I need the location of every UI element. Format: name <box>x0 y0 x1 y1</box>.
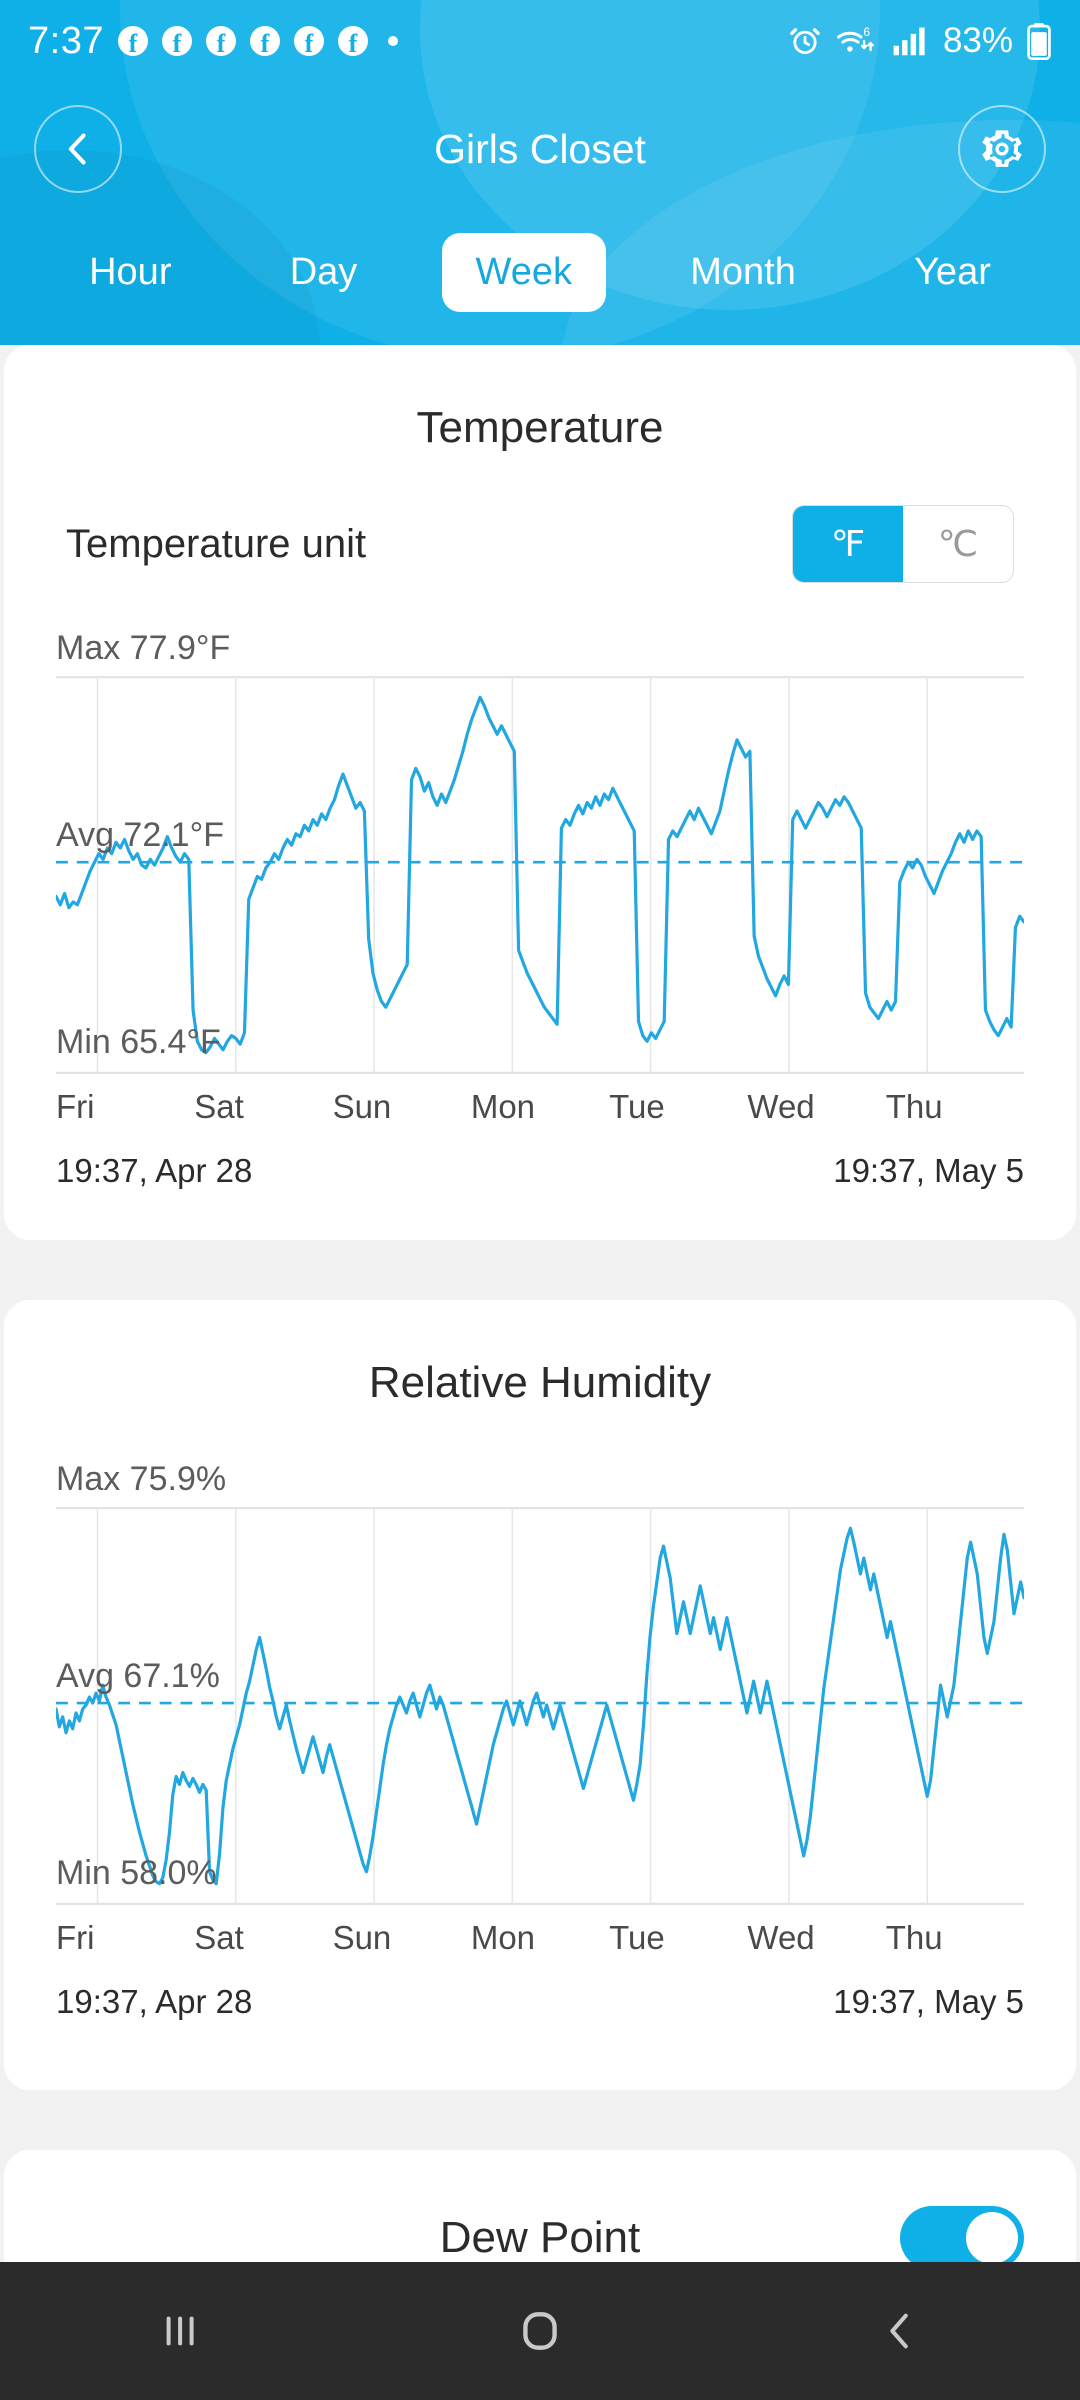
status-bar: 7:37 6 <box>0 0 1080 82</box>
status-bar-left: 7:37 <box>28 20 398 63</box>
facebook-icon <box>337 26 368 56</box>
humidity-max-label: Max 75.9% <box>56 1460 227 1498</box>
temperature-range-start: 19:37, Apr 28 <box>56 1152 253 1189</box>
temperature-axis-days: Fri Sat Sun Mon Tue Wed Thu <box>56 1088 1024 1126</box>
axis-label-sat: Sat <box>194 1919 244 1956</box>
dew-point-toggle[interactable] <box>900 2206 1024 2270</box>
facebook-icon <box>117 26 148 56</box>
page-title: Girls Closet <box>434 125 646 172</box>
axis-label-fri: Fri <box>56 1919 95 1956</box>
temperature-max-label: Max 77.9°F <box>56 629 231 667</box>
axis-label-wed: Wed <box>747 1088 815 1125</box>
axis-label-thu: Thu <box>885 1088 943 1125</box>
tab-day[interactable]: Day <box>256 233 392 312</box>
home-icon <box>523 2312 557 2350</box>
axis-label-mon: Mon <box>470 1919 536 1956</box>
android-nav-bar <box>0 2262 1080 2400</box>
back-button-nav[interactable] <box>800 2262 1000 2400</box>
temperature-unit-toggle[interactable]: ℉ ℃ <box>792 505 1014 583</box>
tab-hour[interactable]: Hour <box>55 233 205 312</box>
temperature-range-row: 19:37, Apr 28 19:37, May 5 <box>56 1152 1024 1190</box>
temperature-card: Temperature Temperature unit ℉ ℃ Max 77.… <box>4 345 1076 1240</box>
settings-button[interactable] <box>958 105 1046 193</box>
tab-year[interactable]: Year <box>880 233 1025 312</box>
humidity-range-end: 19:37, May 5 <box>833 1983 1024 2020</box>
axis-label-thu: Thu <box>885 1919 943 1956</box>
period-tabs: Hour Day Week Month Year <box>0 215 1080 330</box>
recents-icon <box>166 2316 194 2346</box>
axis-label-fri: Fri <box>56 1088 95 1125</box>
humidity-range-start: 19:37, Apr 28 <box>56 1983 253 2020</box>
humidity-chart[interactable]: Avg 67.1% Min 58.0% <box>56 1507 1024 1905</box>
temperature-chart[interactable]: Avg 72.1°F Min 65.4°F <box>56 676 1024 1074</box>
humidity-range-row: 19:37, Apr 28 19:37, May 5 <box>56 1983 1024 2021</box>
alarm-icon <box>790 28 820 55</box>
humidity-title: Relative Humidity <box>368 1358 712 1407</box>
svg-text:6: 6 <box>863 25 870 39</box>
temperature-range-end: 19:37, May 5 <box>833 1152 1024 1189</box>
back-button[interactable] <box>34 105 122 193</box>
chevron-left-icon <box>68 133 86 165</box>
axis-label-wed: Wed <box>747 1919 815 1956</box>
status-bar-clock: 7:37 <box>28 19 104 62</box>
facebook-icon <box>161 26 192 56</box>
facebook-icon <box>249 26 280 56</box>
app-header: 7:37 6 <box>0 0 1080 345</box>
battery-icon <box>1027 22 1051 60</box>
temperature-title: Temperature <box>416 403 664 452</box>
tab-month[interactable]: Month <box>656 233 830 312</box>
axis-label-tue: Tue <box>609 1088 665 1125</box>
dew-point-row: Dew Point <box>4 2150 1076 2270</box>
battery-percent-label: 83% <box>942 21 1013 60</box>
gear-icon <box>982 130 1022 167</box>
recents-button[interactable] <box>80 2262 280 2400</box>
dot-icon <box>387 36 398 46</box>
unit-celsius-option[interactable]: ℃ <box>903 506 1013 582</box>
axis-label-tue: Tue <box>609 1919 665 1956</box>
facebook-icon <box>205 26 236 56</box>
axis-label-sun: Sun <box>332 1919 392 1956</box>
unit-fahrenheit-option[interactable]: ℉ <box>793 506 903 582</box>
humidity-card: Relative Humidity Max 75.9% Avg 67.1% Mi… <box>4 1300 1076 2090</box>
title-bar: Girls Closet <box>0 88 1080 210</box>
app-screen: 7:37 6 <box>0 0 1080 2400</box>
status-bar-right: 6 83% <box>788 21 1052 61</box>
signal-bars-icon <box>893 27 925 56</box>
temperature-unit-label: Temperature unit <box>66 521 367 566</box>
wifi-6-icon: 6 <box>837 25 874 52</box>
humidity-axis-days: Fri Sat Sun Mon Tue Wed Thu <box>56 1919 1024 1957</box>
toggle-knob <box>966 2212 1018 2264</box>
tab-week[interactable]: Week <box>441 233 606 312</box>
axis-label-sat: Sat <box>194 1088 244 1125</box>
humidity-chart-block: Max 75.9% Avg 67.1% Min 58.0% Fri Sat Su… <box>56 1460 1024 2021</box>
home-button[interactable] <box>440 2262 640 2400</box>
temperature-unit-row: Temperature unit ℉ ℃ <box>66 505 1014 583</box>
axis-label-sun: Sun <box>332 1088 392 1125</box>
back-icon <box>890 2313 908 2349</box>
axis-label-mon: Mon <box>470 1088 536 1125</box>
facebook-icon <box>293 26 324 56</box>
temperature-chart-block: Max 77.9°F Avg 72.1°F Min 65.4°F Fri Sat… <box>56 629 1024 1190</box>
